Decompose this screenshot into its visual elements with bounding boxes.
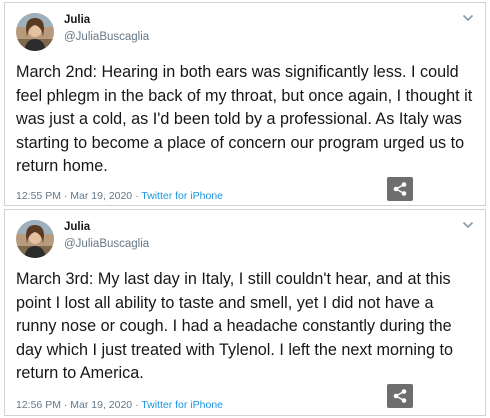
user-handle[interactable]: @JuliaBuscaglia [64,238,149,250]
tweet-timestamp[interactable]: 12:56 PM · Mar 19, 2020 · [16,399,141,411]
user-handle[interactable]: @JuliaBuscaglia [64,31,149,43]
tweet-text: March 3rd: My last day in Italy, I still… [16,270,453,382]
tweet-text: March 2nd: Hearing in both ears was sign… [16,63,473,175]
tweet-source[interactable]: Twitter for iPhone [141,190,223,202]
tweet-meta: 12:56 PM · Mar 19, 2020 · Twitter for iP… [16,399,223,411]
avatar[interactable] [16,13,54,51]
avatar[interactable] [16,220,54,258]
tweet-meta: 12:55 PM · Mar 19, 2020 · Twitter for iP… [16,190,223,202]
chevron-down-icon[interactable] [462,220,474,230]
tweet-card[interactable]: Julia @JuliaBuscaglia March 3rd: My last… [4,209,486,416]
chevron-down-icon[interactable] [462,13,474,23]
tweet-card[interactable]: Julia @JuliaBuscaglia March 2nd: Hearing… [4,2,486,206]
share-icon[interactable] [387,384,413,408]
tweet-timestamp[interactable]: 12:55 PM · Mar 19, 2020 · [16,190,141,202]
share-icon[interactable] [387,177,413,201]
display-name[interactable]: Julia [64,14,90,26]
tweet-source[interactable]: Twitter for iPhone [141,399,223,411]
display-name[interactable]: Julia [64,221,90,233]
